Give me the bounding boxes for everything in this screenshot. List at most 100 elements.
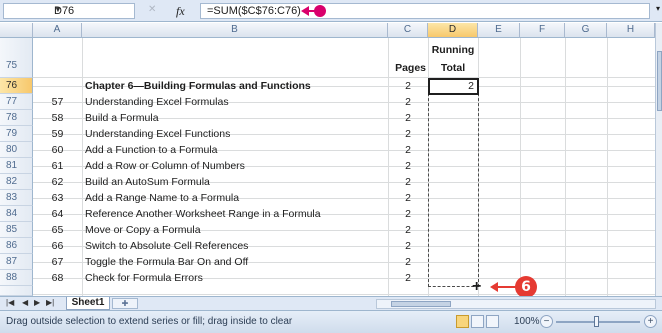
fill-range-selection[interactable] bbox=[428, 78, 479, 287]
next-sheet-icon[interactable]: ▶ bbox=[34, 298, 40, 307]
row-header[interactable]: 79 bbox=[0, 126, 33, 142]
chevron-down-icon[interactable]: ▼ bbox=[54, 5, 131, 14]
row-header[interactable]: 75 bbox=[0, 38, 33, 78]
pages-cell: 2 bbox=[405, 224, 411, 236]
expand-formula-bar-icon[interactable]: ▾ bbox=[656, 4, 660, 13]
pages-cell: 2 bbox=[405, 192, 411, 204]
task-title: Build a Formula bbox=[85, 112, 159, 124]
status-bar: Drag outside selection to extend series … bbox=[0, 310, 662, 333]
pages-cell: 2 bbox=[405, 160, 411, 172]
column-header-a[interactable]: A bbox=[33, 23, 82, 38]
row-header[interactable]: 86 bbox=[0, 238, 33, 254]
horizontal-scrollbar[interactable] bbox=[376, 299, 656, 309]
formula-controls: ✕ fx bbox=[140, 3, 200, 19]
column-header-f[interactable]: F bbox=[520, 23, 565, 38]
task-number: 64 bbox=[51, 208, 64, 220]
insert-sheet-icon[interactable]: ✚ bbox=[112, 298, 138, 309]
row-header[interactable]: 87 bbox=[0, 254, 33, 270]
column-header-g[interactable]: G bbox=[565, 23, 607, 38]
row-header[interactable]: 80 bbox=[0, 142, 33, 158]
task-title: Understanding Excel Formulas bbox=[85, 96, 229, 108]
formula-text: =SUM($C$76:C76) bbox=[207, 5, 301, 17]
zoom-slider-thumb[interactable] bbox=[594, 316, 599, 327]
view-buttons bbox=[456, 315, 501, 331]
row-header[interactable]: 81 bbox=[0, 158, 33, 174]
step-arrow bbox=[497, 286, 517, 288]
prev-sheet-icon[interactable]: ◀ bbox=[22, 298, 28, 307]
task-title: Add a Function to a Formula bbox=[85, 144, 218, 156]
task-title: Add a Row or Column of Numbers bbox=[85, 160, 245, 172]
row-header[interactable]: 88 bbox=[0, 270, 33, 286]
formula-input[interactable]: =SUM($C$76:C76) bbox=[200, 3, 650, 19]
pages-cell: 2 bbox=[405, 208, 411, 220]
row-header[interactable]: 83 bbox=[0, 190, 33, 206]
task-number: 65 bbox=[51, 224, 64, 236]
column-header-e[interactable]: E bbox=[478, 23, 520, 38]
pages-cell: 2 bbox=[405, 240, 411, 252]
task-title: Understanding Excel Functions bbox=[85, 128, 231, 140]
running-total-value: 2 bbox=[468, 80, 474, 92]
task-number: 62 bbox=[51, 176, 64, 188]
task-number: 67 bbox=[51, 256, 64, 268]
row-header[interactable]: 84 bbox=[0, 206, 33, 222]
name-box[interactable]: D76 ▼ bbox=[3, 3, 135, 19]
pages-header: Pages bbox=[395, 62, 426, 74]
row-header[interactable]: 77 bbox=[0, 94, 33, 110]
insert-function-button[interactable]: fx bbox=[176, 4, 185, 19]
page-break-view-icon[interactable] bbox=[486, 315, 499, 328]
task-number: 68 bbox=[51, 272, 64, 284]
running-total-header-line2: Total bbox=[440, 62, 466, 74]
pages-cell: 2 bbox=[405, 96, 411, 108]
status-message: Drag outside selection to extend series … bbox=[6, 316, 293, 327]
pages-cell: 2 bbox=[405, 272, 411, 284]
vertical-scrollbar[interactable] bbox=[655, 23, 662, 298]
vertical-scroll-thumb[interactable] bbox=[657, 51, 662, 111]
page-layout-view-icon[interactable] bbox=[471, 315, 484, 328]
normal-view-icon[interactable] bbox=[456, 315, 469, 328]
chapter-title: Chapter 6—Building Formulas and Function… bbox=[85, 80, 311, 92]
pages-cell: 2 bbox=[405, 176, 411, 188]
zoom-level[interactable]: 100% bbox=[514, 316, 540, 327]
task-title: Check for Formula Errors bbox=[85, 272, 203, 284]
task-title: Add a Range Name to a Formula bbox=[85, 192, 240, 204]
row-header[interactable] bbox=[0, 286, 33, 296]
pages-cell: 2 bbox=[405, 128, 411, 140]
cancel-icon[interactable]: ✕ bbox=[148, 4, 156, 15]
pages-cell: 2 bbox=[405, 256, 411, 268]
zoom-in-icon[interactable]: + bbox=[644, 315, 657, 328]
sheet-tab-sheet1[interactable]: Sheet1 bbox=[66, 297, 110, 310]
active-cell-d76[interactable]: 2 bbox=[428, 78, 479, 95]
row-header[interactable]: 78 bbox=[0, 110, 33, 126]
task-number: 58 bbox=[51, 112, 64, 124]
task-number: 59 bbox=[51, 128, 64, 140]
select-all-corner[interactable] bbox=[0, 23, 33, 38]
task-title: Switch to Absolute Cell References bbox=[85, 240, 249, 252]
pages-cell: 2 bbox=[405, 144, 411, 156]
step-badge: 6 bbox=[515, 276, 537, 298]
column-header-d[interactable]: D bbox=[428, 23, 478, 38]
task-title: Reference Another Worksheet Range in a F… bbox=[85, 208, 321, 220]
task-title: Toggle the Formula Bar On and Off bbox=[85, 256, 249, 268]
running-total-header-line1: Running bbox=[431, 44, 475, 56]
task-number: 57 bbox=[51, 96, 64, 108]
column-header-c[interactable]: C bbox=[388, 23, 428, 38]
last-sheet-icon[interactable]: ▶| bbox=[46, 298, 54, 307]
horizontal-scroll-thumb[interactable] bbox=[391, 301, 451, 307]
task-number: 66 bbox=[51, 240, 64, 252]
task-title: Move or Copy a Formula bbox=[85, 224, 201, 236]
formula-bar: D76 ▼ ✕ fx =SUM($C$76:C76) ▾ bbox=[0, 0, 662, 22]
column-header-b[interactable]: B bbox=[82, 23, 388, 38]
zoom-out-icon[interactable]: − bbox=[540, 315, 553, 328]
row-header[interactable]: 82 bbox=[0, 174, 33, 190]
pages-cell: 2 bbox=[405, 80, 411, 92]
worksheet-grid[interactable]: Pages Running Total Chapter 6—Building F… bbox=[33, 38, 655, 296]
first-sheet-icon[interactable]: |◀ bbox=[6, 298, 14, 307]
task-number: 61 bbox=[51, 160, 64, 172]
task-number: 63 bbox=[51, 192, 64, 204]
row-header[interactable]: 85 bbox=[0, 222, 33, 238]
row-header[interactable]: 76 bbox=[0, 78, 33, 94]
sheet-tab-bar: |◀ ◀ ▶ ▶| Sheet1 ✚ bbox=[0, 296, 662, 310]
fill-handle-cursor-icon[interactable]: + bbox=[472, 279, 481, 295]
column-header-h[interactable]: H bbox=[607, 23, 655, 38]
task-title: Build an AutoSum Formula bbox=[85, 176, 210, 188]
